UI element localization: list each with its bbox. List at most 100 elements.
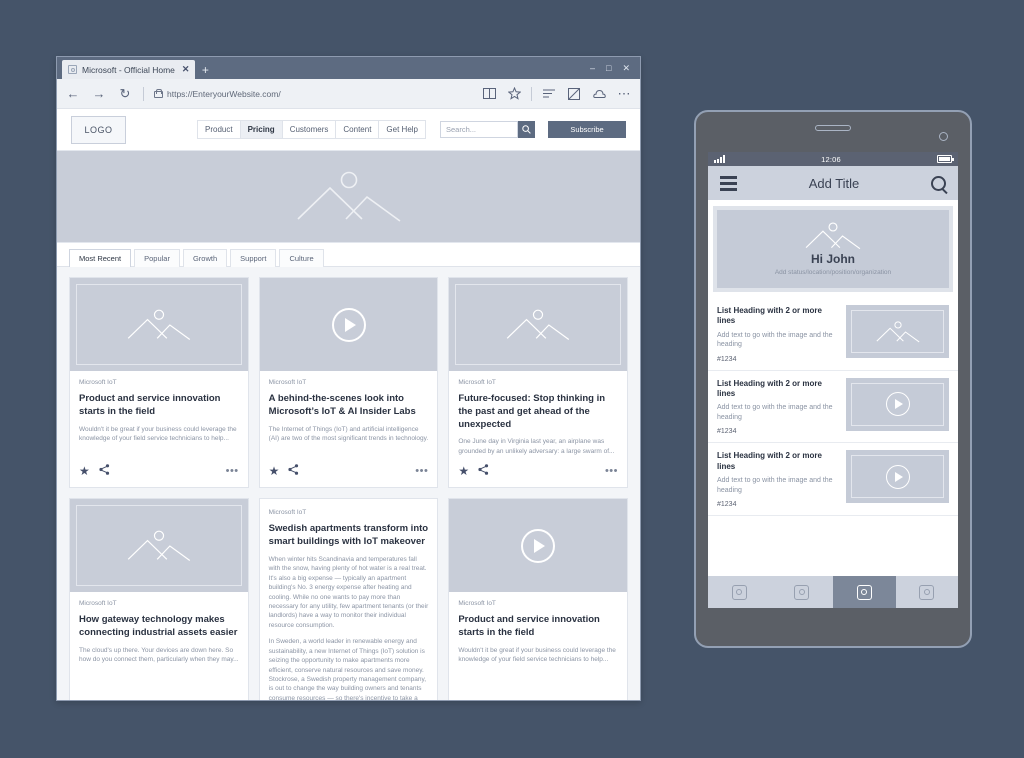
card-description: Wouldn't it be great if your business co… [79, 425, 237, 443]
card-body: Microsoft IoT Product and service innova… [70, 371, 248, 456]
share-cloud-icon[interactable] [591, 86, 607, 102]
list-item-subtext: Add text to go with the image and the he… [717, 404, 833, 421]
site-nav-item-product[interactable]: Product [197, 120, 240, 139]
tab-bar-item-3[interactable] [833, 576, 896, 608]
minimize-button[interactable]: – [590, 63, 595, 73]
list-item-video-placeholder[interactable] [846, 377, 949, 431]
browser-titlebar: Microsoft - Official Home ✕ + – □ ✕ [57, 57, 640, 79]
content-tabs: Most Recent Popular Growth Support Cultu… [57, 243, 640, 267]
card-kicker: Microsoft IoT [268, 509, 307, 517]
close-window-button[interactable]: ✕ [622, 63, 630, 73]
article-card[interactable]: Microsoft IoT Product and service innova… [448, 498, 629, 700]
card-actions: ★ ••• [449, 456, 627, 487]
browser-tab[interactable]: Microsoft - Official Home ✕ [62, 60, 196, 79]
list-item[interactable]: List Heading with 2 or more lines Add te… [708, 443, 958, 516]
profile-subtitle: Add status/location/position/organizatio… [774, 269, 892, 276]
favorites-star-icon[interactable] [506, 86, 522, 102]
address-bar-url: https://EnteryourWebsite.com/ [167, 88, 281, 99]
article-card[interactable]: Microsoft IoT Swedish apartments transfo… [258, 498, 439, 700]
list-item-heading: List Heading with 2 or more lines [717, 451, 822, 471]
article-card[interactable]: Microsoft IoT Future-focused: Stop think… [448, 277, 629, 489]
maximize-button[interactable]: □ [606, 63, 611, 73]
page-icon [68, 65, 77, 74]
search-icon[interactable] [931, 175, 946, 191]
play-icon[interactable] [331, 307, 366, 342]
share-icon[interactable] [99, 464, 110, 478]
site-nav: Product Pricing Customers Content Get He… [197, 120, 426, 139]
refresh-icon[interactable]: ↻ [117, 86, 133, 102]
hub-icon[interactable] [541, 86, 557, 102]
phone-content: Hi John Add status/location/position/org… [708, 200, 958, 576]
site-nav-item-pricing[interactable]: Pricing [239, 120, 282, 139]
hamburger-menu-icon[interactable] [720, 175, 737, 191]
favorite-star-icon[interactable]: ★ [79, 465, 90, 477]
card-video-placeholder[interactable] [259, 278, 438, 371]
more-options-icon[interactable]: ••• [605, 465, 618, 477]
list-item-subtext: Add text to go with the image and the he… [717, 331, 833, 349]
more-options-icon[interactable]: ••• [226, 465, 239, 477]
window-controls: – □ ✕ [590, 57, 636, 79]
tab-bar-item-1[interactable] [708, 576, 771, 608]
tab-popular[interactable]: Popular [134, 249, 180, 267]
site-nav-item-customers[interactable]: Customers [281, 120, 336, 139]
site-logo[interactable]: LOGO [71, 115, 126, 144]
lock-icon [154, 89, 163, 98]
settings-more-icon[interactable]: ⋯ [616, 86, 632, 102]
tab-culture[interactable]: Culture [279, 249, 324, 267]
card-video-placeholder[interactable] [449, 499, 628, 593]
toolbar-divider-2 [531, 86, 532, 101]
list-item[interactable]: List Heading with 2 or more lines Add te… [708, 371, 958, 444]
signal-bars-icon [714, 155, 725, 163]
back-icon[interactable]: ← [65, 86, 81, 102]
forward-icon[interactable]: → [91, 86, 107, 102]
bottom-tab-bar [708, 576, 958, 608]
card-actions: ★ ••• [70, 456, 248, 487]
favorite-star-icon[interactable]: ★ [269, 465, 280, 477]
tab-support[interactable]: Support [230, 249, 277, 267]
card-row-1: Microsoft IoT Product and service innova… [69, 277, 629, 489]
tab-most-recent[interactable]: Most Recent [69, 249, 132, 267]
article-card[interactable]: Microsoft IoT Product and service innova… [69, 277, 249, 489]
profile-card[interactable]: Hi John Add status/location/position/org… [713, 206, 953, 292]
article-card[interactable]: Microsoft IoT A behind-the-scenes look i… [258, 277, 439, 489]
favorite-star-icon[interactable]: ★ [458, 465, 469, 477]
share-icon[interactable] [288, 464, 299, 478]
phone-screen: 12:06 Add Title Hi John Add status/locat… [708, 152, 958, 608]
more-options-icon[interactable]: ••• [415, 465, 428, 477]
card-description: The cloud's up there. Your devices are d… [79, 646, 239, 664]
subscribe-button[interactable]: Subscribe [548, 121, 626, 138]
share-icon[interactable] [478, 464, 489, 478]
web-note-icon[interactable] [566, 86, 582, 102]
site-header: LOGO Product Pricing Customers Content G… [57, 109, 640, 151]
address-bar[interactable]: https://EnteryourWebsite.com/ [154, 85, 471, 103]
card-description: Wouldn't it be great if your business co… [458, 646, 616, 664]
list-item-video-placeholder[interactable] [846, 450, 949, 504]
search-icon[interactable] [518, 121, 535, 138]
close-tab-icon[interactable]: ✕ [182, 64, 190, 75]
list-item[interactable]: List Heading with 2 or more lines Add te… [708, 298, 958, 371]
camera-icon [919, 584, 935, 600]
list-item-image-placeholder [846, 305, 949, 358]
play-icon[interactable] [521, 528, 556, 563]
card-kicker: Microsoft IoT [458, 600, 496, 608]
new-tab-button[interactable]: + [195, 60, 215, 79]
card-paragraph: When winter hits Scandinavia and tempera… [268, 555, 429, 629]
tab-bar-item-2[interactable] [771, 576, 834, 608]
tab-bar-item-4[interactable] [896, 576, 959, 608]
play-icon[interactable] [885, 464, 910, 489]
play-icon[interactable] [885, 392, 910, 417]
site-nav-item-content[interactable]: Content [335, 120, 379, 139]
reading-view-icon[interactable] [481, 86, 497, 102]
tab-growth[interactable]: Growth [182, 249, 228, 267]
card-title: Future-focused: Stop thinking in the pas… [458, 393, 606, 430]
card-body: Microsoft IoT Product and service innova… [449, 592, 627, 700]
card-body: Microsoft IoT Swedish apartments transfo… [260, 499, 438, 700]
site-nav-item-get-help[interactable]: Get Help [378, 120, 426, 139]
card-row-2: Microsoft IoT How gateway technology mak… [69, 498, 629, 700]
search-input[interactable]: Search... [440, 121, 518, 138]
status-bar: 12:06 [708, 152, 958, 166]
list-item-id: #1234 [717, 355, 737, 363]
article-card[interactable]: Microsoft IoT How gateway technology mak… [69, 498, 249, 700]
camera-icon [731, 584, 747, 600]
card-description: One June day in Virginia last year, an a… [458, 438, 615, 455]
